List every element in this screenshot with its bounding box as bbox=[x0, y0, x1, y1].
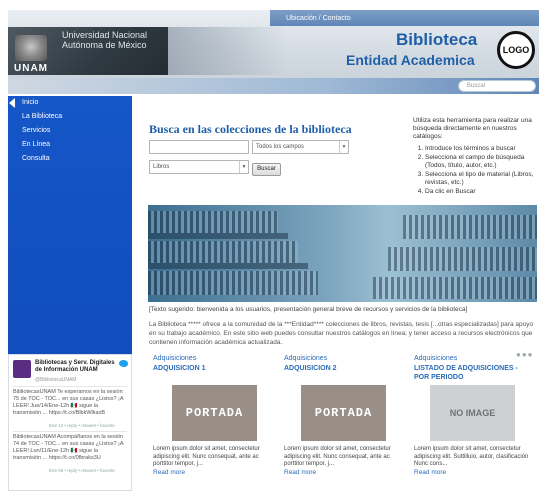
library-banner-image bbox=[148, 205, 537, 302]
site-search-input[interactable]: Buscar bbox=[458, 80, 536, 92]
twitter-account-name[interactable]: Bibliotecas y Serv. Digitales de Informa… bbox=[35, 360, 115, 374]
help-steps: Introduce los términos a buscar Seleccio… bbox=[413, 145, 535, 196]
acquisition-text: Lorem ipsum dolor sit amet, consectetur … bbox=[284, 446, 391, 467]
search-field-select[interactable]: Todos los campos ▼ bbox=[252, 140, 349, 154]
help-step: Selecciona el tipo de material (Libros, … bbox=[425, 171, 535, 187]
search-button[interactable]: Buscar bbox=[252, 163, 281, 176]
chevron-down-icon: ▼ bbox=[239, 161, 248, 173]
acquisition-cover[interactable]: PORTADA bbox=[301, 385, 386, 441]
acquisition-text: Lorem ipsum dolor sit amet, consectetur … bbox=[153, 446, 260, 467]
site-subtitle: Entidad Academica bbox=[346, 52, 475, 68]
twitter-widget: Bibliotecas y Serv. Digitales de Informa… bbox=[8, 354, 132, 491]
sidebar-item-en-linea[interactable]: En Línea bbox=[22, 141, 50, 148]
acquisition-category[interactable]: Adquisiciones bbox=[284, 355, 327, 362]
twitter-bird-icon[interactable] bbox=[119, 360, 128, 367]
site-title: Biblioteca bbox=[396, 30, 478, 49]
chevron-down-icon: ▼ bbox=[339, 141, 348, 153]
tweet-meta[interactable]: Ene 09 • reply • retweet • favorite bbox=[49, 468, 115, 473]
read-more-link[interactable]: Read more bbox=[284, 469, 316, 476]
shelf bbox=[148, 233, 288, 239]
acquisition-title[interactable]: LISTADO DE ADQUISICIONES - POR PERIODO bbox=[414, 364, 532, 382]
search-help: Utiliza esta herramienta para realizar u… bbox=[413, 117, 535, 197]
acquisition-cover[interactable]: PORTADA bbox=[172, 385, 257, 441]
bookshelf bbox=[403, 215, 537, 239]
material-value: Libros bbox=[153, 164, 170, 170]
logo-icon[interactable]: LOGO bbox=[497, 31, 535, 69]
acquisition-title[interactable]: ADQUISICION 1 bbox=[153, 364, 263, 373]
help-step: Selecciona el campo de búsqueda (Todos, … bbox=[425, 154, 535, 170]
avatar[interactable] bbox=[13, 360, 31, 378]
banner-caption: [Texto sugerido: bienvenida a los usuari… bbox=[149, 306, 468, 313]
university-name: Universidad Nacional Autónoma de México bbox=[62, 30, 148, 50]
tweet-text[interactable]: BibliotecasUNAM Te esperamos en la sesió… bbox=[13, 389, 127, 417]
bookshelf bbox=[388, 247, 537, 271]
search-title: Busca en las colecciones de la bibliotec… bbox=[149, 122, 352, 136]
twitter-handle[interactable]: @BibliotecaUNAM bbox=[35, 377, 76, 383]
acquisition-category[interactable]: Adquisiciones bbox=[414, 355, 457, 362]
bookshelf bbox=[373, 277, 537, 299]
divider bbox=[13, 431, 127, 432]
bookshelf bbox=[148, 241, 298, 263]
unam-label: UNAM bbox=[14, 63, 48, 74]
divider bbox=[13, 386, 127, 387]
read-more-link[interactable]: Read more bbox=[414, 469, 446, 476]
acquisition-text: Lorem ipsum dolor sit amet, consectetur … bbox=[414, 446, 529, 467]
bookshelf bbox=[148, 271, 318, 295]
carousel-dots[interactable]: ●●● bbox=[516, 350, 534, 359]
material-select[interactable]: Libros ▼ bbox=[149, 160, 249, 174]
help-step: Da clic en Buscar bbox=[425, 188, 535, 196]
ubicacion-contacto-link[interactable]: Ubicación / Contacto bbox=[286, 15, 351, 22]
sidebar-item-consulta[interactable]: Consulta bbox=[22, 155, 50, 162]
help-intro: Utiliza esta herramienta para realizar u… bbox=[413, 117, 532, 140]
acquisition-category[interactable]: Adquisiciones bbox=[153, 355, 196, 362]
tweet-text[interactable]: BibliotecasUNAM Acompáñanos en la sesión… bbox=[13, 434, 127, 462]
search-terms-input[interactable] bbox=[149, 140, 249, 154]
nav-arrow-icon bbox=[9, 98, 15, 108]
header-photo bbox=[168, 27, 288, 75]
sidebar-item-inicio[interactable]: Inicio bbox=[22, 99, 38, 106]
acquisition-cover[interactable]: NO IMAGE bbox=[430, 385, 515, 441]
top-bar: Ubicación / Contacto bbox=[270, 10, 539, 26]
library-description: La Biblioteca ***** ofrece a la comunida… bbox=[149, 321, 534, 346]
unam-seal-icon bbox=[15, 35, 47, 61]
acquisition-title[interactable]: ADQUISICION 2 bbox=[284, 364, 394, 373]
bookshelf bbox=[148, 211, 278, 233]
read-more-link[interactable]: Read more bbox=[153, 469, 185, 476]
sidebar-item-la-biblioteca[interactable]: La Biblioteca bbox=[22, 113, 62, 120]
help-step: Introduce los términos a buscar bbox=[425, 145, 535, 153]
tweet-meta[interactable]: Ene 12 • reply • retweet • favorite bbox=[49, 423, 115, 428]
search-field-value: Todos los campos bbox=[256, 144, 305, 150]
shelf bbox=[148, 263, 308, 269]
sidebar-item-servicios[interactable]: Servicios bbox=[22, 127, 50, 134]
